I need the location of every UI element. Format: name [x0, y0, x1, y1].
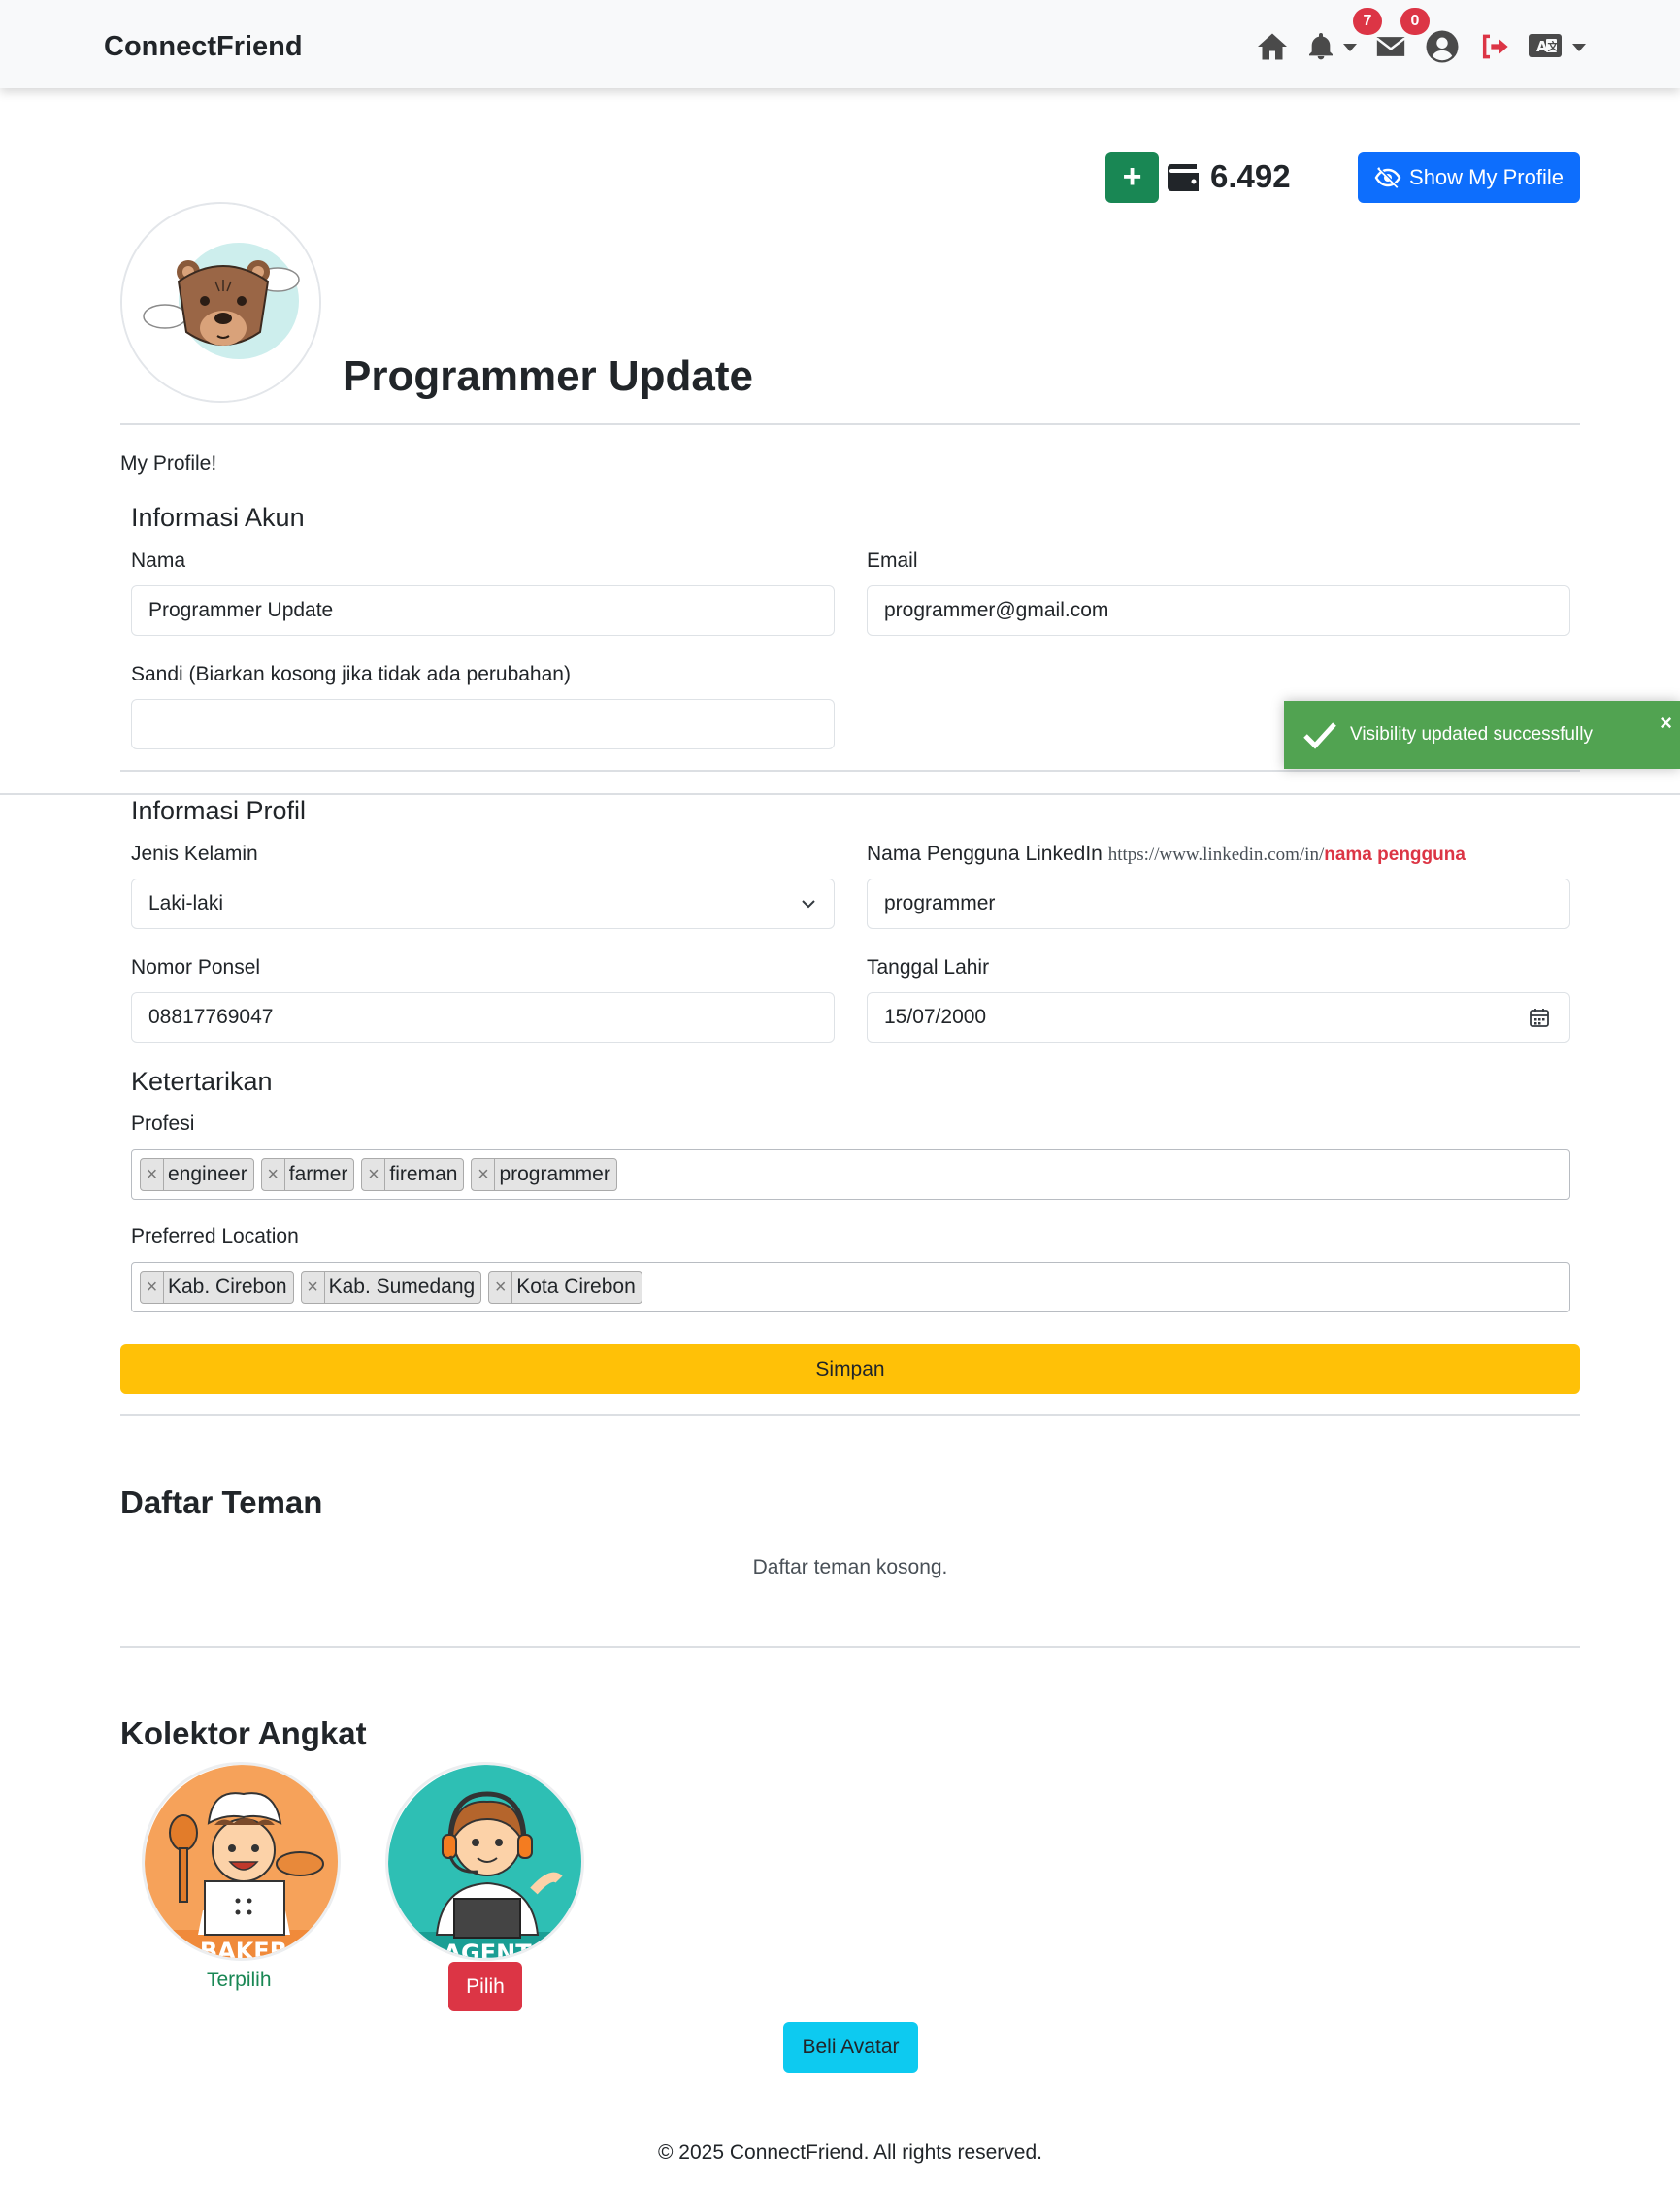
- user-circle-icon[interactable]: [1425, 29, 1460, 64]
- brand-logo[interactable]: ConnectFriend: [104, 31, 303, 63]
- location-tag: × Kab. Sumedang: [300, 1271, 482, 1304]
- linkedin-label: Nama Pengguna LinkedIn https://www.linke…: [867, 843, 1466, 866]
- password-input[interactable]: [131, 699, 835, 749]
- linkedin-url-username-hint: nama pengguna: [1324, 845, 1466, 865]
- success-toast: Visibility updated successfully ×: [1284, 701, 1680, 769]
- language-chevron-down-icon[interactable]: [1572, 44, 1586, 51]
- page-title: Programmer Update: [343, 352, 754, 400]
- profession-tag-label: farmer: [288, 1163, 348, 1185]
- profile-intro-text: My Profile!: [120, 452, 217, 475]
- name-input[interactable]: Programmer Update: [131, 585, 835, 636]
- location-tag-label: Kab. Cirebon: [168, 1276, 287, 1298]
- save-button[interactable]: Simpan: [120, 1344, 1580, 1394]
- tag-remove-icon[interactable]: ×: [262, 1159, 285, 1190]
- profession-label: Profesi: [131, 1112, 195, 1135]
- envelope-icon[interactable]: [1374, 29, 1407, 64]
- linkedin-url-prefix: https://www.linkedin.com/in/: [1107, 845, 1325, 865]
- profession-tags-input[interactable]: × engineer × farmer × fireman × programmer: [131, 1149, 1570, 1200]
- gender-label: Jenis Kelamin: [131, 843, 258, 865]
- agent-caption: AGENT: [443, 1940, 532, 1961]
- profession-tag-label: engineer: [168, 1163, 247, 1185]
- email-input[interactable]: programmer@gmail.com: [867, 585, 1570, 636]
- email-label: Email: [867, 549, 918, 572]
- baker-caption: BAKER: [200, 1938, 287, 1961]
- divider: [120, 770, 1580, 772]
- checkmark-icon: [1303, 722, 1336, 749]
- tag-remove-icon[interactable]: ×: [362, 1159, 386, 1190]
- gender-selected-value: Laki-laki: [148, 892, 224, 914]
- tag-remove-icon[interactable]: ×: [489, 1272, 513, 1303]
- buy-avatar-button[interactable]: Beli Avatar: [783, 2022, 918, 2073]
- password-label: Sandi (Biarkan kosong jika tidak ada per…: [131, 663, 571, 685]
- close-icon[interactable]: ×: [1660, 711, 1672, 736]
- birthdate-input[interactable]: 15/07/2000: [867, 992, 1570, 1043]
- collector-avatar-agent[interactable]: AGENT: [385, 1762, 584, 1961]
- tag-remove-icon[interactable]: ×: [141, 1272, 164, 1303]
- location-tags-input[interactable]: × Kab. Cirebon × Kab. Sumedang × Kota Cireb…: [131, 1262, 1570, 1312]
- show-my-profile-label: Show My Profile: [1409, 165, 1564, 189]
- tag-remove-icon[interactable]: ×: [302, 1272, 325, 1303]
- collector-avatar-baker[interactable]: BAKER: [142, 1762, 341, 1961]
- footer-copyright: © 2025 ConnectFriend. All rights reserve…: [657, 2141, 1042, 2164]
- phone-input[interactable]: 08817769047: [131, 992, 835, 1043]
- location-tag-label: Kota Cirebon: [516, 1276, 636, 1298]
- bell-icon[interactable]: [1305, 29, 1336, 64]
- profession-tag: × fireman: [361, 1158, 465, 1191]
- divider: [0, 793, 1680, 795]
- logout-icon[interactable]: [1478, 29, 1509, 64]
- select-collector-button[interactable]: Pilih: [448, 1962, 522, 2011]
- linkedin-label-text: Nama Pengguna LinkedIn: [867, 843, 1103, 865]
- birthdate-value: 15/07/2000: [884, 1006, 987, 1028]
- profession-tag: × programmer: [471, 1158, 617, 1191]
- tag-remove-icon[interactable]: ×: [472, 1159, 496, 1190]
- show-my-profile-button[interactable]: Show My Profile: [1358, 152, 1580, 203]
- phone-label: Nomor Ponsel: [131, 956, 261, 979]
- wallet-balance: 6.492: [1210, 158, 1291, 194]
- eye-slash-icon: [1374, 167, 1401, 188]
- linkedin-input[interactable]: programmer: [867, 879, 1570, 929]
- divider: [120, 1646, 1580, 1648]
- profession-tag: × farmer: [260, 1158, 355, 1191]
- location-tag: × Kab. Cirebon: [140, 1271, 294, 1304]
- location-tag-label: Kab. Sumedang: [328, 1276, 476, 1298]
- calendar-icon[interactable]: [1529, 1007, 1550, 1028]
- baker-avatar-image: BAKER: [145, 1765, 338, 1961]
- topup-button[interactable]: +: [1105, 152, 1159, 203]
- navbar: ConnectFriend 7 0 A文: [0, 0, 1680, 88]
- profession-tag-label: programmer: [499, 1163, 610, 1185]
- friends-title: Daftar Teman: [120, 1484, 323, 1520]
- wallet-icon: [1168, 162, 1202, 193]
- divider: [120, 423, 1580, 425]
- tag-remove-icon[interactable]: ×: [141, 1159, 164, 1190]
- profession-tag-label: fireman: [389, 1163, 458, 1185]
- notifications-chevron-down-icon[interactable]: [1343, 44, 1357, 51]
- svg-text:文: 文: [1548, 40, 1560, 53]
- collector-selected-status: Terpilih: [207, 1969, 272, 1991]
- chevron-down-icon: [802, 900, 815, 909]
- birthdate-label: Tanggal Lahir: [867, 956, 990, 979]
- name-label: Nama: [131, 549, 186, 572]
- gender-select[interactable]: Laki-laki: [131, 879, 835, 929]
- divider: [120, 1414, 1580, 1416]
- home-icon[interactable]: [1255, 29, 1290, 64]
- collectors-title: Kolektor Angkat: [120, 1715, 367, 1751]
- friends-empty-text: Daftar teman kosong.: [752, 1556, 948, 1578]
- account-section-title: Informasi Akun: [131, 503, 305, 532]
- agent-avatar-image: AGENT: [388, 1765, 581, 1961]
- profession-tag: × engineer: [140, 1158, 254, 1191]
- bear-avatar-image: [122, 204, 319, 401]
- profile-avatar: [120, 202, 321, 403]
- preferred-location-label: Preferred Location: [131, 1225, 299, 1247]
- location-tag: × Kota Cirebon: [488, 1271, 642, 1304]
- language-icon[interactable]: A文: [1528, 33, 1563, 58]
- profile-info-section-title: Informasi Profil: [131, 796, 307, 825]
- interests-section-title: Ketertarikan: [131, 1067, 273, 1096]
- toast-message: Visibility updated successfully: [1350, 724, 1593, 745]
